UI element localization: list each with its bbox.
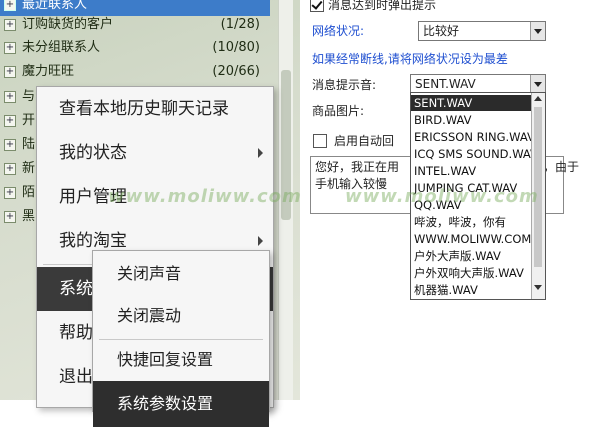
sound-option[interactable]: 户外大声版.WAV: [411, 248, 532, 264]
expand-icon[interactable]: +: [4, 115, 16, 127]
menu-item-label: 帮助: [59, 323, 93, 343]
network-status-select[interactable]: 比较好: [418, 21, 546, 41]
group-label: 新: [22, 161, 36, 176]
message-sound-value: SENT.WAV: [415, 77, 476, 91]
expand-icon[interactable]: +: [4, 211, 16, 223]
system-submenu: 关闭声音 关闭震动 快捷回复设置 系统参数设置: [92, 250, 270, 427]
menu-item-label: 关闭震动: [117, 306, 182, 325]
menu-item-label: 系统: [59, 279, 93, 299]
sound-option[interactable]: 户外双响大声版.WAV: [411, 265, 532, 281]
group-label: 黑: [22, 209, 36, 224]
submenu-item-disable-vibration[interactable]: 关闭震动: [93, 293, 269, 339]
sound-option[interactable]: 机器猫.WAV: [411, 282, 532, 298]
menu-item-label: 查看本地历史聊天记录: [59, 99, 229, 119]
expand-icon[interactable]: +: [4, 0, 16, 11]
submenu-item-mute-sound[interactable]: 关闭声音: [93, 251, 269, 297]
auto-reply-checkbox[interactable]: [313, 134, 327, 148]
product-image-label: 商品图片:: [312, 104, 365, 118]
menu-item-local-chat-history[interactable]: 查看本地历史聊天记录: [37, 87, 273, 131]
group-moli-wangwang[interactable]: + 魔力旺旺 (20/66): [0, 61, 270, 83]
group-label: 陌: [22, 185, 36, 200]
sound-option[interactable]: INTEL.WAV: [411, 163, 532, 179]
submenu-arrow-icon: [258, 236, 263, 246]
sound-option[interactable]: WWW.MOLIWW.COM: [411, 231, 532, 247]
group-label: 订购缺货的客户: [22, 17, 114, 32]
scroll-up-icon[interactable]: [534, 94, 542, 104]
scroll-down-icon[interactable]: [534, 283, 542, 293]
expand-icon[interactable]: +: [4, 139, 16, 151]
group-ungrouped-contacts[interactable]: + 未分组联系人 (10/80): [0, 37, 270, 59]
dropdown-arrow-icon[interactable]: [530, 22, 545, 40]
menu-item-label: 快捷回复设置: [117, 350, 214, 369]
group-label: 与: [22, 89, 36, 104]
message-sound-label: 消息提示音:: [312, 78, 377, 92]
group-label: 陆: [22, 137, 36, 152]
sound-option[interactable]: BIRD.WAV: [411, 112, 532, 128]
menu-item-label: 关闭声音: [117, 264, 182, 283]
message-sound-select[interactable]: SENT.WAV: [410, 74, 546, 94]
watermark-text: www.moliww.com: [108, 186, 302, 207]
submenu-arrow-icon: [258, 148, 263, 158]
network-status-value: 比较好: [423, 24, 460, 38]
submenu-item-quick-reply-settings[interactable]: 快捷回复设置: [93, 337, 269, 383]
group-count: (10/80): [212, 40, 260, 55]
watermark-text: www.moliww.com: [345, 186, 539, 207]
expand-icon[interactable]: +: [4, 187, 16, 199]
group-count: (1/28): [220, 17, 260, 32]
sound-option[interactable]: ERICSSON RING.WAV: [411, 129, 532, 145]
auto-reply-text-line: ，由于: [543, 160, 580, 174]
menu-item-label: 我的状态: [59, 143, 127, 163]
sound-option[interactable]: 哔波，哔波，你有: [411, 214, 532, 230]
network-status-label: 网络状况:: [312, 24, 365, 38]
expand-icon[interactable]: +: [4, 42, 16, 54]
group-label: 魔力旺旺: [22, 64, 75, 79]
group-out-of-stock-customers[interactable]: + 订购缺货的客户 (1/28): [0, 14, 270, 36]
expand-icon[interactable]: +: [4, 19, 16, 31]
expand-icon[interactable]: +: [4, 66, 16, 78]
sound-option[interactable]: ICQ SMS SOUND.WAV: [411, 146, 532, 162]
network-status-hint: 如果经常断线,请将网络状况设为最差: [312, 52, 508, 66]
menu-item-my-status[interactable]: 我的状态: [37, 131, 273, 175]
auto-reply-label: 启用自动回: [334, 134, 395, 148]
menu-item-label: 退出: [59, 367, 93, 387]
group-count: (20/66): [212, 64, 260, 79]
expand-icon[interactable]: +: [4, 163, 16, 175]
menu-item-label: 系统参数设置: [117, 394, 214, 413]
auto-reply-text-line: 您好，我正在用: [315, 160, 400, 174]
dropdown-arrow-icon[interactable]: [530, 75, 545, 93]
popup-on-message-label: 消息达到时弹出提示: [328, 0, 437, 12]
submenu-item-system-parameters[interactable]: 系统参数设置: [93, 381, 269, 427]
expand-icon[interactable]: +: [4, 91, 16, 103]
popup-on-message-checkbox[interactable]: [310, 0, 324, 12]
group-label: 开: [22, 113, 36, 128]
sound-option[interactable]: SENT.WAV: [411, 95, 532, 111]
group-label: 未分组联系人: [22, 40, 101, 55]
